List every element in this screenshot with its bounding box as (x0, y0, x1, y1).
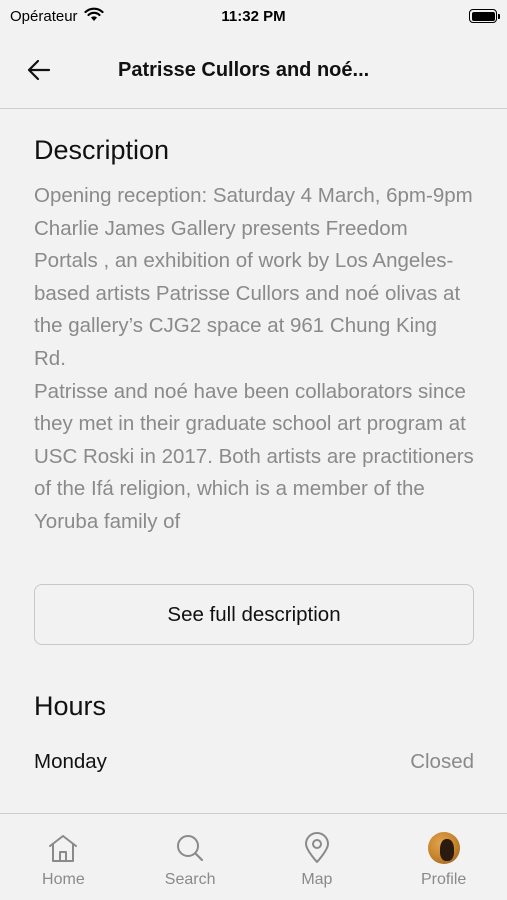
battery-fill (471, 11, 495, 21)
back-button[interactable] (27, 40, 87, 100)
see-full-description-button[interactable]: See full description (34, 584, 474, 645)
map-pin-icon (300, 831, 334, 865)
carrier-group: Opérateur (10, 7, 104, 26)
tab-map[interactable]: Map (254, 814, 381, 900)
tab-home[interactable]: Home (0, 814, 127, 900)
hours-row: Monday Closed (34, 750, 474, 774)
wifi-icon (83, 7, 104, 26)
description-heading: Description (34, 135, 170, 165)
avatar (427, 831, 461, 865)
back-arrow-icon (27, 59, 51, 81)
battery-icon (469, 9, 500, 23)
tab-search-label: Search (164, 871, 216, 888)
hours-day: Monday (34, 750, 107, 773)
nav-bar: Patrisse Cullors and noé... (0, 32, 507, 109)
description-paragraph: Opening reception: Saturday 4 March, 6pm… (34, 184, 473, 207)
status-bar: Opérateur 11:32 PM (0, 0, 507, 32)
hours-status: Closed (410, 750, 474, 773)
hours-heading: Hours (34, 691, 107, 721)
tab-map-label: Map (301, 871, 333, 888)
home-icon (46, 831, 80, 865)
carrier-label: Opérateur (10, 7, 78, 25)
tab-search[interactable]: Search (127, 814, 254, 900)
main-content: Description Opening reception: Saturday … (34, 110, 474, 774)
search-icon (173, 831, 207, 865)
tab-profile-label: Profile (420, 871, 467, 888)
page-title: Patrisse Cullors and noé... (118, 58, 370, 81)
profile-avatar-image (427, 832, 460, 864)
description-paragraph: Patrisse and noé have been collaborators… (34, 379, 474, 533)
tab-home-label: Home (42, 871, 85, 888)
tab-bar: Home Search Map Profile (0, 813, 507, 900)
description-text: Opening reception: Saturday 4 March, 6pm… (34, 180, 474, 564)
tab-profile[interactable]: Profile (380, 814, 507, 900)
description-paragraph: Charlie James Gallery presents Freedom P… (34, 216, 461, 370)
